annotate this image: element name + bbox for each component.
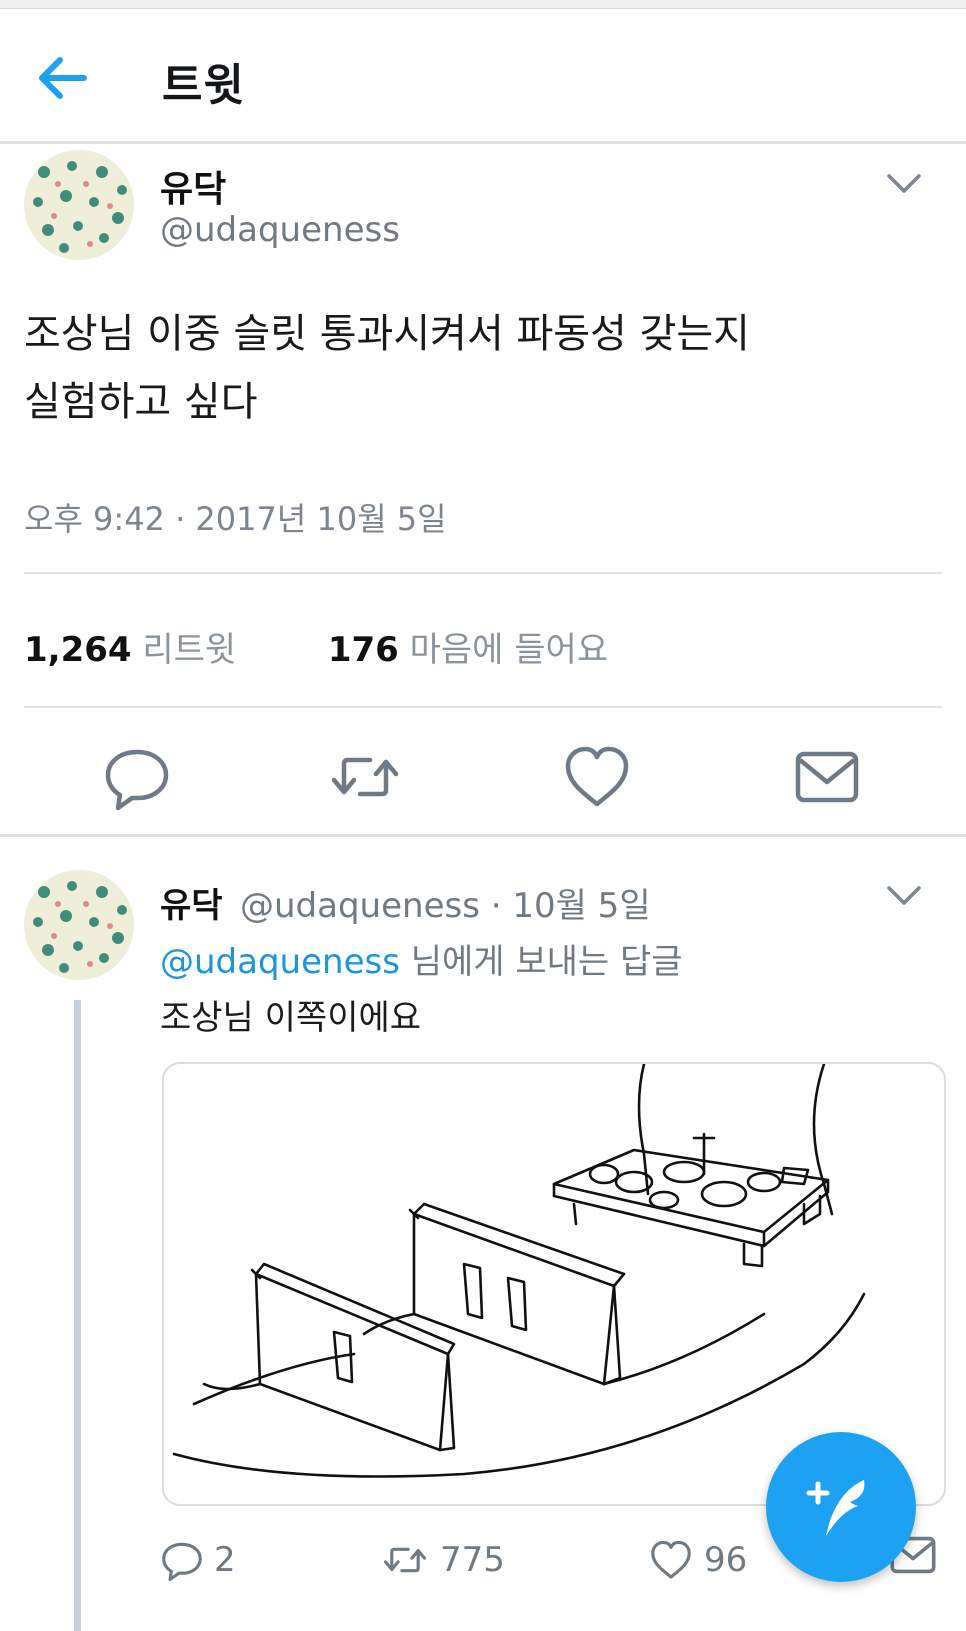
chevron-down-icon[interactable] — [886, 172, 922, 196]
heart-icon[interactable] — [562, 742, 632, 812]
page-title: 트윗 — [162, 60, 245, 111]
reply-retweet-count: 775 — [440, 1540, 505, 1580]
author-name[interactable]: 유닥 — [160, 160, 226, 212]
back-arrow-icon[interactable] — [34, 53, 90, 103]
like-stat[interactable]: 176 마음에 들어요 — [328, 630, 608, 670]
replying-to: @udaqueness 님에게 보내는 답글 — [160, 934, 683, 983]
section-separator — [0, 834, 966, 837]
reply-to-label: 님에게 보내는 답글 — [399, 942, 683, 982]
author-handle[interactable]: @udaqueness — [160, 210, 400, 250]
mail-icon[interactable] — [792, 742, 862, 812]
retweet-icon — [383, 1547, 427, 1573]
avatar[interactable] — [24, 150, 134, 260]
reply-action-like[interactable]: 96 — [648, 1535, 747, 1585]
reply-like-count: 96 — [704, 1540, 748, 1580]
like-count: 176 — [327, 630, 399, 670]
status-strip — [0, 0, 966, 9]
avatar[interactable] — [24, 870, 134, 980]
reply-count: 2 — [214, 1540, 236, 1580]
retweet-stat[interactable]: 1,264 리트윗 — [24, 630, 236, 670]
reply-author-meta[interactable]: @udaqueness · 10월 5일 — [240, 878, 651, 927]
reply-action-reply[interactable]: 2 — [160, 1535, 236, 1585]
chevron-down-icon[interactable] — [886, 884, 922, 908]
like-label: 마음에 들어요 — [409, 630, 609, 670]
divider — [24, 572, 942, 574]
tweet-text-line: 조상님 이중 슬릿 통과시켜서 파동성 갖는지 — [24, 311, 750, 357]
retweet-label: 리트윗 — [142, 630, 237, 670]
reply-to-link[interactable]: @udaqueness — [160, 942, 400, 982]
thread-line — [74, 1000, 81, 1631]
reply-icon — [162, 1542, 202, 1582]
heart-icon — [651, 1540, 691, 1579]
tweet-text: 조상님 이중 슬릿 통과시켜서 파동성 갖는지 실험하고 싶다 — [24, 300, 924, 436]
reply-author-name[interactable]: 유닥 — [160, 878, 223, 927]
tweet-text-line: 실험하고 싶다 — [24, 379, 258, 425]
retweet-icon[interactable] — [330, 742, 400, 812]
reply-text: 조상님 이쪽이에요 — [160, 998, 422, 1038]
divider — [24, 706, 942, 708]
app-header: 트윗 — [0, 9, 966, 144]
retweet-count: 1,264 — [24, 630, 132, 670]
reply-icon[interactable] — [102, 742, 172, 812]
tweet-timestamp[interactable]: 오후 9:42 · 2017년 10월 5일 — [24, 494, 447, 540]
compose-quill-icon — [806, 1480, 865, 1536]
reply-action-retweet[interactable]: 775 — [380, 1535, 505, 1585]
compose-tweet-button[interactable] — [766, 1432, 916, 1582]
tweet-stats: 1,264 리트윗 176 마음에 들어요 — [24, 622, 608, 671]
